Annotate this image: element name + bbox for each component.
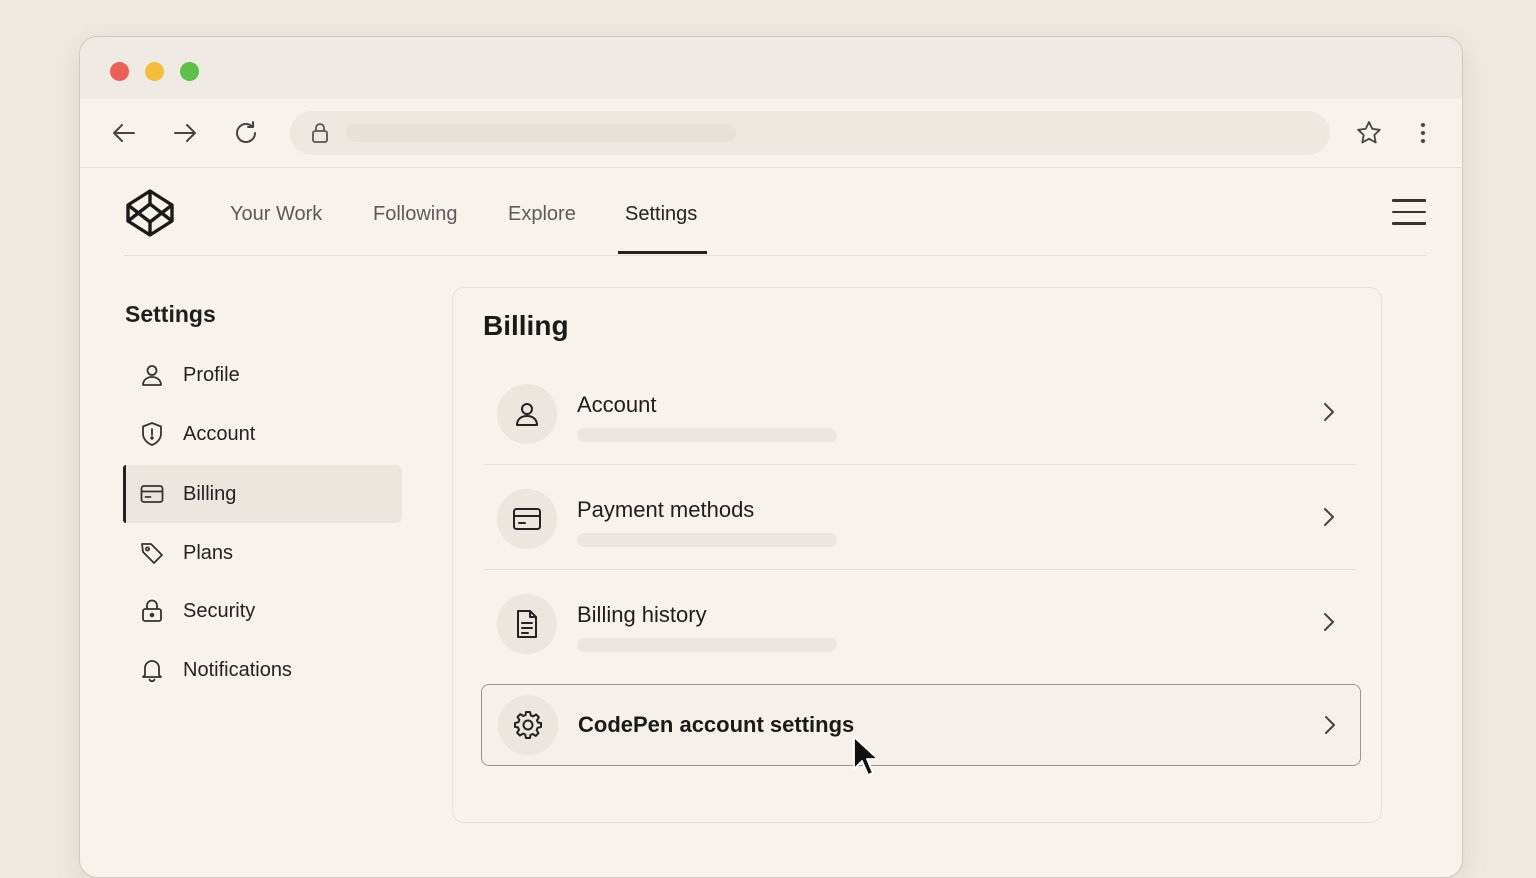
sidebar-item-notifications[interactable]: Notifications bbox=[123, 641, 399, 699]
sidebar-item-account[interactable]: Account bbox=[123, 405, 399, 463]
reload-icon[interactable] bbox=[228, 115, 264, 151]
browser-toolbar bbox=[80, 99, 1462, 168]
title-bar bbox=[80, 37, 1462, 99]
nav-settings[interactable]: Settings bbox=[625, 203, 697, 226]
back-arrow-icon[interactable] bbox=[106, 115, 142, 151]
chevron-right-icon bbox=[1324, 508, 1334, 526]
sidebar-title: Settings bbox=[125, 301, 216, 327]
mouse-cursor-icon bbox=[853, 736, 879, 776]
billing-row-payment-methods[interactable]: Payment methods bbox=[483, 465, 1357, 570]
row-label: Payment methods bbox=[577, 497, 755, 522]
row-description-placeholder bbox=[577, 533, 837, 547]
row-description-placeholder bbox=[577, 428, 837, 442]
sidebar-item-label: Billing bbox=[183, 482, 237, 505]
tag-icon bbox=[141, 543, 163, 564]
sidebar-item-label: Security bbox=[183, 599, 256, 622]
row-label: Account bbox=[577, 392, 657, 417]
nav-explore[interactable]: Explore bbox=[508, 203, 576, 226]
chevron-right-icon bbox=[1325, 716, 1335, 734]
codepen-logo[interactable] bbox=[124, 187, 176, 239]
shield-icon bbox=[142, 422, 162, 446]
gear-icon bbox=[514, 711, 542, 739]
billing-panel: Billing Account Payment methods Billing … bbox=[452, 287, 1382, 823]
nav-your-work[interactable]: Your Work bbox=[230, 203, 322, 226]
billing-row-billing-history[interactable]: Billing history bbox=[483, 570, 1357, 674]
person-icon bbox=[516, 403, 538, 426]
row-icon-circle bbox=[498, 695, 558, 755]
row-icon-circle bbox=[497, 489, 557, 549]
bell-icon bbox=[142, 660, 162, 683]
billing-row-codepen-account-settings[interactable]: CodePen account settings bbox=[481, 684, 1361, 766]
close-window-button[interactable] bbox=[110, 62, 129, 81]
sidebar-item-label: Notifications bbox=[183, 658, 292, 681]
panel-title: Billing bbox=[483, 310, 569, 341]
chevron-right-icon bbox=[1324, 613, 1334, 631]
forward-arrow-icon[interactable] bbox=[167, 115, 203, 151]
billing-row-account[interactable]: Account bbox=[483, 360, 1357, 465]
nav-following[interactable]: Following bbox=[373, 203, 457, 226]
credit-card-icon bbox=[513, 508, 541, 530]
hamburger-icon[interactable] bbox=[1392, 199, 1426, 227]
row-label: Billing history bbox=[577, 602, 707, 627]
browser-window: Your Work Following Explore Settings Set… bbox=[79, 36, 1463, 878]
row-description-placeholder bbox=[577, 638, 837, 652]
credit-card-icon bbox=[140, 485, 164, 503]
lock-icon bbox=[142, 599, 162, 622]
sidebar-item-label: Plans bbox=[183, 541, 234, 564]
sidebar-item-label: Account bbox=[183, 422, 256, 445]
address-text-placeholder bbox=[346, 124, 736, 142]
document-icon bbox=[517, 610, 537, 638]
sidebar-item-billing[interactable]: Billing bbox=[123, 465, 402, 523]
minimize-window-button[interactable] bbox=[145, 62, 164, 81]
sidebar-item-label: Profile bbox=[183, 363, 240, 386]
site-header: Your Work Following Explore Settings bbox=[124, 167, 1426, 256]
star-icon[interactable] bbox=[1351, 115, 1387, 151]
row-icon-circle bbox=[497, 594, 557, 654]
sidebar-item-profile[interactable]: Profile bbox=[123, 346, 399, 404]
row-icon-circle bbox=[497, 384, 557, 444]
address-bar[interactable] bbox=[290, 111, 1330, 155]
sidebar-item-plans[interactable]: Plans bbox=[123, 524, 399, 582]
person-icon bbox=[142, 365, 162, 386]
kebab-menu-icon[interactable] bbox=[1405, 115, 1441, 151]
chevron-right-icon bbox=[1324, 403, 1334, 421]
lock-icon bbox=[312, 123, 328, 143]
active-nav-indicator bbox=[618, 251, 707, 254]
maximize-window-button[interactable] bbox=[180, 62, 199, 81]
sidebar-item-security[interactable]: Security bbox=[123, 582, 399, 640]
row-label: CodePen account settings bbox=[578, 712, 855, 737]
